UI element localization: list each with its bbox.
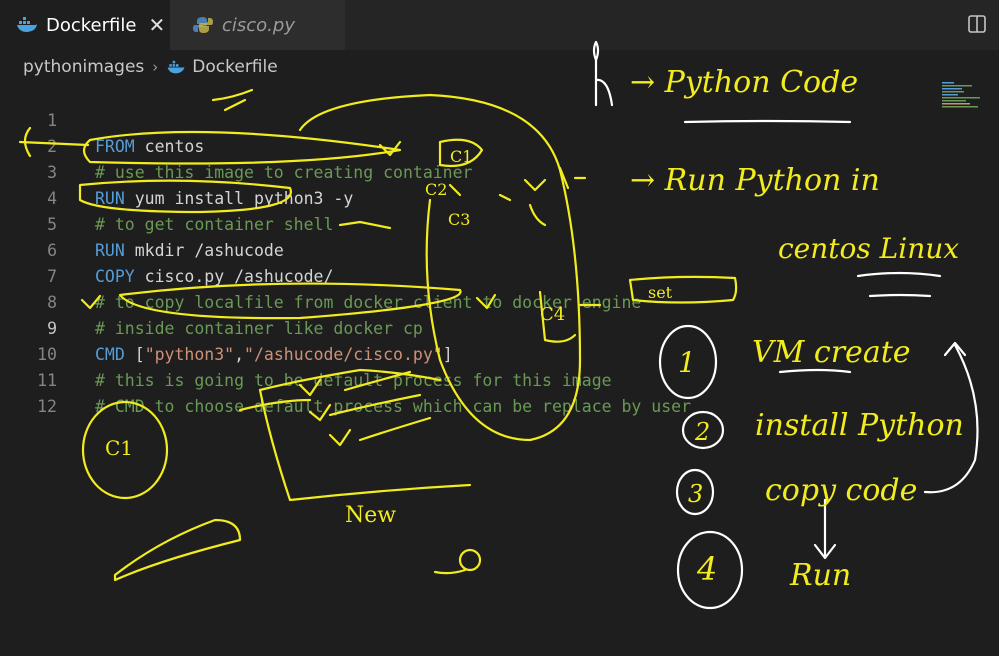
- code-line: 8 # inside container like docker cp: [0, 264, 999, 338]
- breadcrumb-folder[interactable]: pythonimages: [23, 57, 144, 77]
- docker-icon: [167, 60, 185, 73]
- code-editor[interactable]: 1 FROM centos 2 # use this image to crea…: [0, 82, 999, 416]
- code-line-current: 9 CMD ["python3","/ashucode/cisco.py"]: [0, 290, 999, 364]
- step-3-label: copy code: [765, 473, 917, 508]
- code-line: 11 # CMD to choose default process which…: [0, 342, 999, 416]
- step-3-number: 3: [688, 480, 703, 508]
- code-line: 2 # use this image to creating container: [0, 108, 999, 182]
- code-line: 1 FROM centos: [0, 82, 999, 156]
- minimap[interactable]: [942, 82, 982, 108]
- code-line: 7 # to copy localfile from docker client…: [0, 238, 999, 312]
- code-line: 12: [0, 368, 999, 416]
- annotation-new: New: [345, 503, 396, 528]
- tab-label: cisco.py: [222, 14, 295, 36]
- code-line: 4 # to get container shell: [0, 160, 999, 234]
- close-icon[interactable]: ✕: [148, 13, 165, 37]
- docker-icon: [17, 17, 37, 32]
- step-4-label: Run: [789, 558, 851, 593]
- step-2-number: 2: [694, 418, 710, 446]
- tab-dockerfile[interactable]: Dockerfile ✕: [0, 0, 170, 50]
- breadcrumb: pythonimages › Dockerfile: [23, 54, 278, 80]
- code-line: 6 COPY cisco.py /ashucode/: [0, 212, 999, 286]
- code-line: 5 RUN mkdir /ashucode: [0, 186, 999, 260]
- code-line: 3 RUN yum install python3 -y: [0, 134, 999, 208]
- python-icon: [193, 17, 213, 33]
- chevron-right-icon: ›: [152, 58, 159, 76]
- tab-cisco-py[interactable]: cisco.py: [170, 0, 345, 50]
- step-4-number: 4: [696, 550, 717, 588]
- line-number: 12: [37, 397, 57, 416]
- comment: # CMD to choose default process which ca…: [95, 397, 692, 416]
- step-2-label: install Python: [755, 408, 964, 443]
- split-editor-icon[interactable]: [967, 14, 987, 34]
- code-line: 10 # this is going to be default process…: [0, 316, 999, 390]
- breadcrumb-file[interactable]: Dockerfile: [192, 57, 277, 77]
- tab-bar: Dockerfile ✕ cisco.py: [0, 0, 999, 50]
- tab-label: Dockerfile: [46, 14, 137, 36]
- annotation-c1: C1: [105, 436, 133, 460]
